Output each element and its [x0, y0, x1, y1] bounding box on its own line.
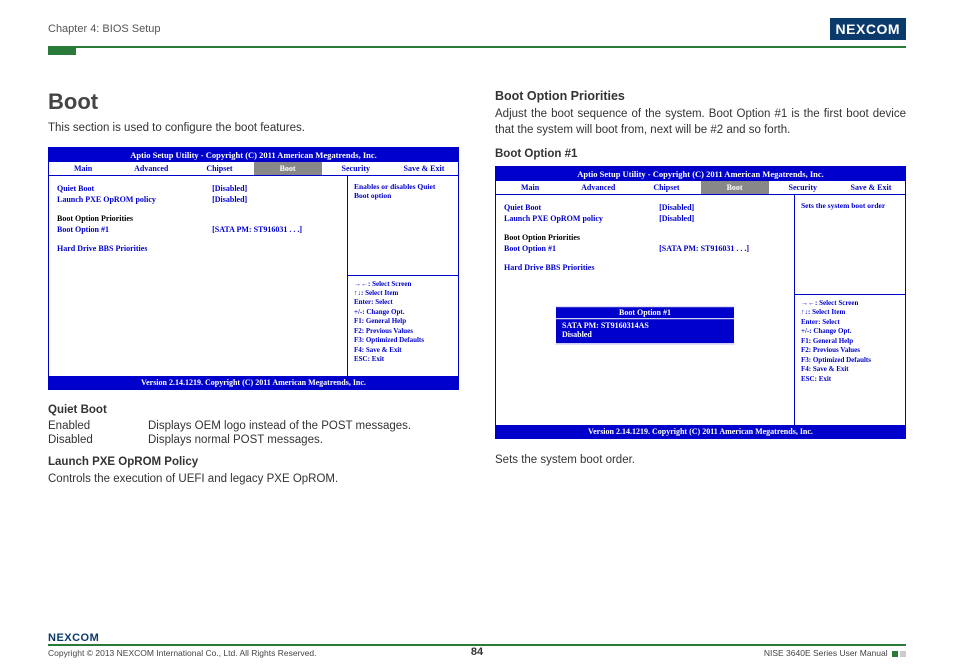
bios-tab-boot: Boot [254, 162, 322, 175]
footer-manual: NISE 3640E Series User Manual [764, 648, 906, 658]
brand-logo: NEXCOM [830, 18, 906, 40]
tab-marker [48, 47, 76, 55]
bios-screenshot-1: Aptio Setup Utility - Copyright (C) 2011… [48, 147, 459, 390]
bios-opt-pxe: Launch PXE OpROM policy [57, 195, 212, 204]
bios-opt-priorities: Boot Option Priorities [57, 214, 212, 223]
pxe-desc: Controls the execution of UEFI and legac… [48, 472, 459, 488]
bios-keys-2: →←: Select Screen↑↓: Select ItemEnter: S… [795, 295, 905, 425]
bios-opt-boot1: Boot Option #1 [57, 225, 212, 234]
footer-logo: NEXCOM [48, 632, 906, 644]
bios-help: Enables or disables Quiet Boot option [348, 176, 458, 276]
popup-title: Boot Option #1 [556, 307, 734, 319]
bios-footer-2: Version 2.14.1219. Copyright (C) 2011 Am… [496, 425, 905, 438]
chapter-label: Chapter 4: BIOS Setup [48, 23, 161, 35]
section-title: Boot [48, 89, 459, 115]
bios-tab-saveexit: Save & Exit [390, 162, 458, 175]
popup-option-disabled: Disabled [562, 330, 728, 339]
qb-enabled-k: Enabled [48, 420, 148, 432]
bios-tab-chipset: Chipset [185, 162, 253, 175]
qb-enabled-v: Displays OEM logo instead of the POST me… [148, 420, 411, 432]
page-number: 84 [471, 646, 483, 658]
priorities-heading: Boot Option Priorities [495, 89, 906, 103]
qb-disabled-k: Disabled [48, 434, 148, 446]
bios-footer: Version 2.14.1219. Copyright (C) 2011 Am… [49, 376, 458, 389]
qb-disabled-v: Displays normal POST messages. [148, 434, 323, 446]
bios-tab-security: Security [322, 162, 390, 175]
bios-keys: →←: Select Screen↑↓: Select ItemEnter: S… [348, 276, 458, 376]
bios-title-2: Aptio Setup Utility - Copyright (C) 2011… [496, 167, 905, 181]
boot-option-1-heading: Boot Option #1 [495, 148, 906, 160]
bios-popup: Boot Option #1 SATA PM: ST9160314AS Disa… [555, 306, 735, 344]
section-intro: This section is used to configure the bo… [48, 121, 459, 137]
bios-help-2: Sets the system boot order [795, 195, 905, 295]
bios-tab-advanced: Advanced [117, 162, 185, 175]
bios-screenshot-2: Aptio Setup Utility - Copyright (C) 2011… [495, 166, 906, 439]
quiet-boot-heading: Quiet Boot [48, 404, 459, 416]
bios-opt-quietboot: Quiet Boot [57, 184, 212, 193]
bios-title: Aptio Setup Utility - Copyright (C) 2011… [49, 148, 458, 162]
priorities-desc: Adjust the boot sequence of the system. … [495, 107, 906, 138]
pxe-heading: Launch PXE OpROM Policy [48, 456, 459, 468]
popup-option-selected: SATA PM: ST9160314AS [562, 321, 728, 330]
footer-copyright: Copyright © 2013 NEXCOM International Co… [48, 648, 316, 658]
header-rule [48, 46, 906, 48]
bios-tab-main: Main [49, 162, 117, 175]
bios-opt-hddbbs: Hard Drive BBS Priorities [57, 244, 212, 253]
boot-order-caption: Sets the system boot order. [495, 453, 906, 469]
